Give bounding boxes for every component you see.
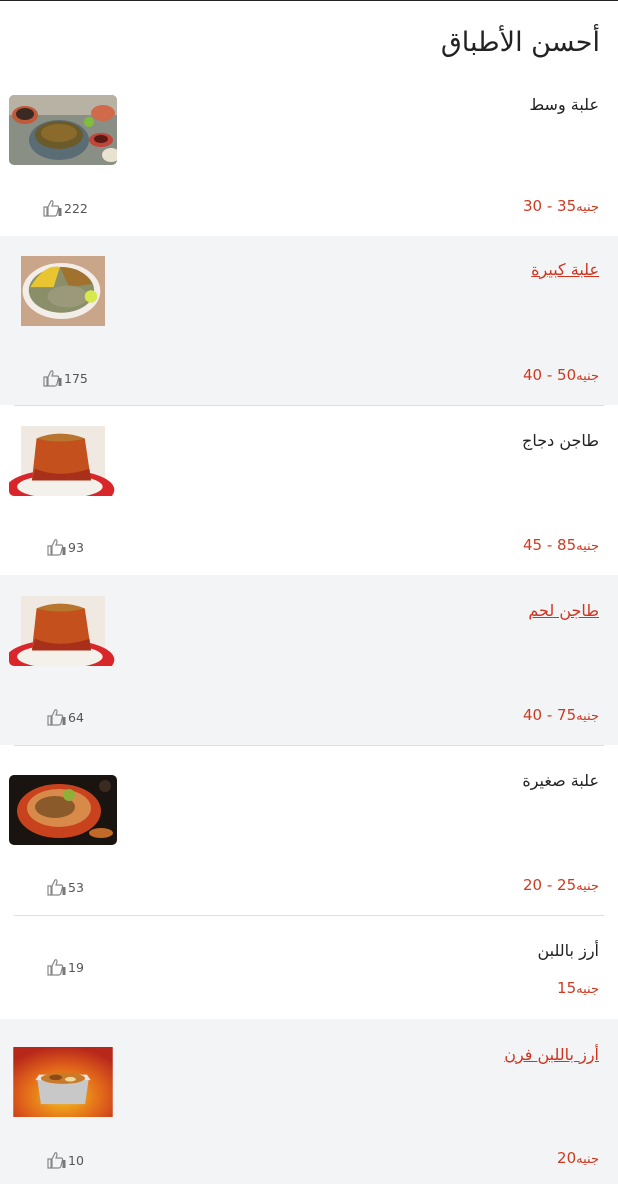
likes-counter[interactable]: 19 xyxy=(46,958,84,976)
likes-count: 53 xyxy=(68,879,84,895)
currency: جنيه xyxy=(576,982,599,997)
thumbs-up-icon xyxy=(47,959,66,976)
price: 15جنيه xyxy=(557,979,599,997)
chicken-tagine-image xyxy=(9,426,115,496)
price-range: 15 xyxy=(557,979,577,997)
dish-name[interactable]: طاجن دجاج xyxy=(522,431,599,450)
dish-card[interactable]: علبة صغيرة 53 20 - 25جنيه xyxy=(0,745,618,915)
thumbs-up-icon xyxy=(43,370,62,387)
likes-counter[interactable]: 64 xyxy=(46,708,84,726)
currency: جنيه xyxy=(576,200,599,215)
thumbs-up-icon xyxy=(47,709,66,726)
divider xyxy=(14,915,604,916)
dish-card[interactable]: طاجن لحم 64 40 - 75جنيه xyxy=(0,575,618,745)
dish-name[interactable]: علبة وسط xyxy=(529,95,599,114)
likes-count: 10 xyxy=(68,1152,84,1168)
koshary-large-box-image xyxy=(21,256,105,326)
dish-image[interactable] xyxy=(9,256,117,326)
price: 30 - 35جنيه xyxy=(523,197,599,215)
baked-rice-pudding-image xyxy=(13,1047,113,1117)
likes-counter[interactable]: 93 xyxy=(46,538,84,556)
dish-image[interactable] xyxy=(9,1047,117,1117)
likes-count: 222 xyxy=(64,200,88,216)
thumbs-up-icon xyxy=(43,200,62,217)
currency: جنيه xyxy=(576,369,599,384)
price: 40 - 50جنيه xyxy=(523,366,599,384)
price-range: 40 - 50 xyxy=(523,366,577,384)
likes-count: 175 xyxy=(64,370,88,386)
price: 40 - 75جنيه xyxy=(523,706,599,724)
currency: جنيه xyxy=(576,709,599,724)
price-range: 30 - 35 xyxy=(523,197,577,215)
page-title: أحسن الأطباق xyxy=(440,27,600,58)
currency: جنيه xyxy=(576,539,599,554)
dish-image[interactable] xyxy=(9,426,117,496)
divider xyxy=(14,745,604,746)
price: 45 - 85جنيه xyxy=(523,536,599,554)
likes-counter[interactable]: 10 xyxy=(46,1151,84,1169)
dish-name[interactable]: أرز باللبن xyxy=(538,941,600,960)
dish-image[interactable] xyxy=(9,596,117,666)
dish-card[interactable]: علبة وسط 222 30 - 35جنيه xyxy=(0,85,618,236)
likes-counter[interactable]: 53 xyxy=(46,878,84,896)
price-range: 45 - 85 xyxy=(523,536,577,554)
currency: جنيه xyxy=(576,1152,599,1167)
currency: جنيه xyxy=(576,879,599,894)
thumbs-up-icon xyxy=(47,1152,66,1169)
meat-tagine-image xyxy=(9,596,115,666)
likes-counter[interactable]: 222 xyxy=(42,199,88,217)
price-range: 40 - 75 xyxy=(523,706,577,724)
dish-card[interactable]: علبة كبيرة 175 40 - 50جنيه xyxy=(0,236,618,405)
dish-name-link[interactable]: علبة كبيرة xyxy=(531,260,599,279)
thumbs-up-icon xyxy=(47,539,66,556)
dish-name[interactable]: علبة صغيرة xyxy=(522,771,599,790)
dish-name-link[interactable]: أرز باللبن فرن xyxy=(504,1045,599,1064)
price: 20 - 25جنيه xyxy=(523,876,599,894)
dish-card[interactable]: أرز باللبن 19 15جنيه xyxy=(0,915,618,1019)
likes-count: 64 xyxy=(68,709,84,725)
dish-card[interactable]: أرز باللبن فرن 10 20جنيه xyxy=(0,1019,618,1184)
divider xyxy=(14,405,604,406)
likes-counter[interactable]: 175 xyxy=(42,369,88,387)
price-range: 20 - 25 xyxy=(523,876,577,894)
dish-name-link[interactable]: طاجن لحم xyxy=(528,601,599,620)
dish-image[interactable] xyxy=(9,95,117,165)
dish-image[interactable] xyxy=(9,775,117,845)
likes-count: 93 xyxy=(68,539,84,555)
price: 20جنيه xyxy=(557,1149,599,1167)
thumbs-up-icon xyxy=(47,879,66,896)
koshary-middle-box-image xyxy=(9,95,117,165)
dish-card[interactable]: طاجن دجاج 93 45 - 85جنيه xyxy=(0,405,618,575)
likes-count: 19 xyxy=(68,959,84,975)
koshary-small-box-image xyxy=(9,775,117,845)
price-range: 20 xyxy=(557,1149,577,1167)
